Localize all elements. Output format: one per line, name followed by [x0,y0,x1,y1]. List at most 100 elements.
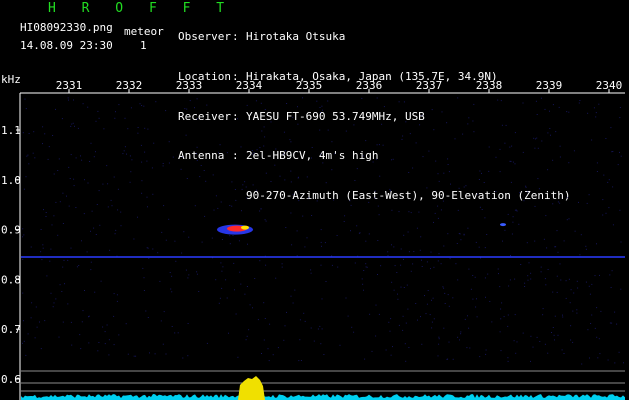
noise-dot [350,204,352,206]
noise-dot [143,290,145,291]
noise-dot [599,274,600,276]
noise-dot [283,131,285,133]
noise-dot [218,152,219,154]
noise-dot [378,313,380,315]
noise-dot [447,294,449,296]
noise-dot [572,310,574,312]
noise-dot [231,205,233,207]
noise-dot [86,251,88,253]
noise-dot [114,233,116,235]
noise-dot [259,260,261,262]
noise-dot [61,291,63,292]
noise-dot [468,327,470,329]
noise-dot [103,128,105,130]
noise-dot [376,144,378,146]
noise-dot [581,363,583,365]
noise-dot [377,240,379,241]
noise-dot [87,106,89,108]
noise-dot [139,103,141,105]
noise-dot [204,215,206,217]
noise-dot [75,207,77,208]
noise-dot [215,279,217,281]
noise-dot [53,173,55,175]
noise-dot [147,247,149,249]
noise-dot [126,153,127,155]
noise-dot [320,343,322,345]
noise-dot [389,330,391,332]
noise-dot [378,144,380,146]
noise-dot [475,306,477,308]
noise-dot [218,302,220,304]
noise-dot [291,244,293,246]
noise-dot [393,289,395,291]
noise-dot [500,318,502,320]
noise-dot [602,214,604,216]
noise-dot [532,346,534,348]
noise-dot [383,106,385,108]
noise-dot [44,133,46,135]
noise-dot [171,291,173,293]
noise-dot [175,260,177,262]
noise-dot [98,342,100,343]
noise-dot [300,360,302,361]
noise-dot [245,339,247,341]
noise-dot [113,344,115,346]
noise-dot [474,276,476,278]
noise-dot [372,161,374,163]
noise-dot [442,286,444,288]
noise-dot [233,262,235,264]
noise-dot [88,342,90,344]
noise-dot [591,139,593,141]
noise-dot [83,213,85,215]
noise-dot [576,312,578,314]
noise-dot [610,287,612,288]
noise-dot [67,259,69,261]
noise-dot [78,265,80,266]
noise-dot [186,178,188,179]
noise-dot [321,105,323,107]
noise-dot [283,339,285,341]
noise-dot [541,140,543,142]
noise-dot [34,157,36,159]
noise-dot [297,106,298,108]
noise-dot [81,240,82,242]
noise-dot [143,277,145,279]
noise-dot [168,218,170,220]
noise-dot [199,176,201,178]
noise-dot [75,157,77,159]
noise-dot [152,248,154,250]
noise-dot [146,160,148,162]
noise-dot [168,162,170,164]
noise-dot [292,193,294,195]
noise-dot [184,108,186,110]
noise-dot [544,343,546,345]
noise-dot [430,251,432,253]
noise-dot [100,280,102,282]
noise-dot [432,297,434,299]
noise-dot [61,118,63,120]
x-tick-label: 2340 [596,79,623,92]
noise-dot [351,326,353,328]
noise-dot [447,164,449,165]
noise-dot [578,102,580,104]
noise-dot [464,318,466,320]
noise-dot [23,340,25,342]
noise-dot [408,251,410,253]
noise-dot [586,202,588,204]
noise-dot [234,289,235,291]
noise-dot [552,291,554,293]
noise-dot [545,284,547,286]
noise-dot [620,155,622,157]
noise-dot [221,270,223,272]
noise-dot [261,130,263,132]
noise-dot [540,266,542,268]
noise-dot [323,354,325,355]
noise-dot [563,240,565,242]
noise-dot [183,231,185,233]
noise-dot [221,239,223,240]
noise-dot [596,336,598,338]
noise-dot [363,270,365,271]
noise-dot [596,243,597,245]
noise-dot [577,287,579,289]
noise-dot [608,207,610,209]
